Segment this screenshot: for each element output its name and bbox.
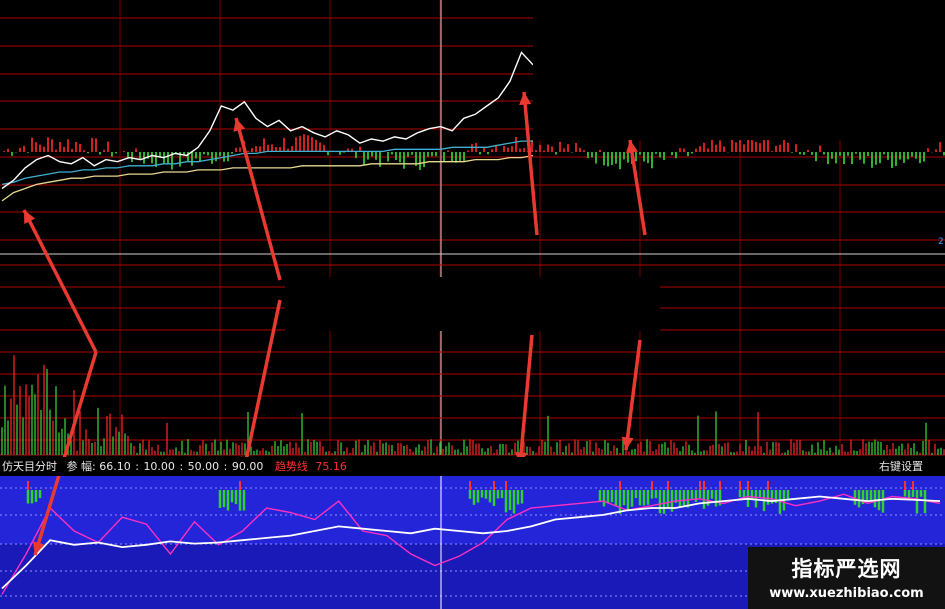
- arrow-shaft: [22, 209, 98, 353]
- trend-line-value: 75.16: [315, 460, 347, 473]
- arrow-shaft: [234, 117, 282, 281]
- param-value-3: 50.00: [187, 460, 220, 473]
- redaction-block-middle: [285, 277, 660, 331]
- param-label: 参 幅:: [66, 460, 96, 473]
- watermark: 指标严选网 www.xuezhibiao.com: [748, 547, 945, 609]
- right-click-settings[interactable]: 右键设置: [879, 457, 923, 476]
- watermark-title: 指标严选网: [791, 557, 902, 581]
- arrow-shaft: [518, 334, 534, 466]
- avg-price-line: [1, 154, 534, 202]
- redaction-block-top: [533, 0, 945, 140]
- param-value-2: 10.00: [143, 460, 175, 473]
- watermark-url: www.xuezhibiao.com: [769, 586, 924, 601]
- arrow-shaft: [628, 139, 647, 236]
- param-sep: :: [223, 460, 228, 473]
- param-value-4: 90.00: [231, 460, 264, 473]
- trend-line-label: 趋势线: [274, 460, 308, 473]
- price-lines: [1, 51, 534, 202]
- param-sep: :: [135, 460, 139, 473]
- right-axis-tick: 2: [938, 237, 944, 247]
- arrow-shaft: [624, 339, 642, 451]
- indicator-header: 仿天目分时 参 幅: 66.10 : 10.00 : 50.00 : 90.00…: [0, 457, 945, 476]
- arrow-head: [519, 92, 532, 106]
- indicator-name[interactable]: 仿天目分时: [0, 457, 57, 476]
- param-sep: :: [179, 460, 184, 473]
- param-value-1: 66.10: [99, 460, 131, 473]
